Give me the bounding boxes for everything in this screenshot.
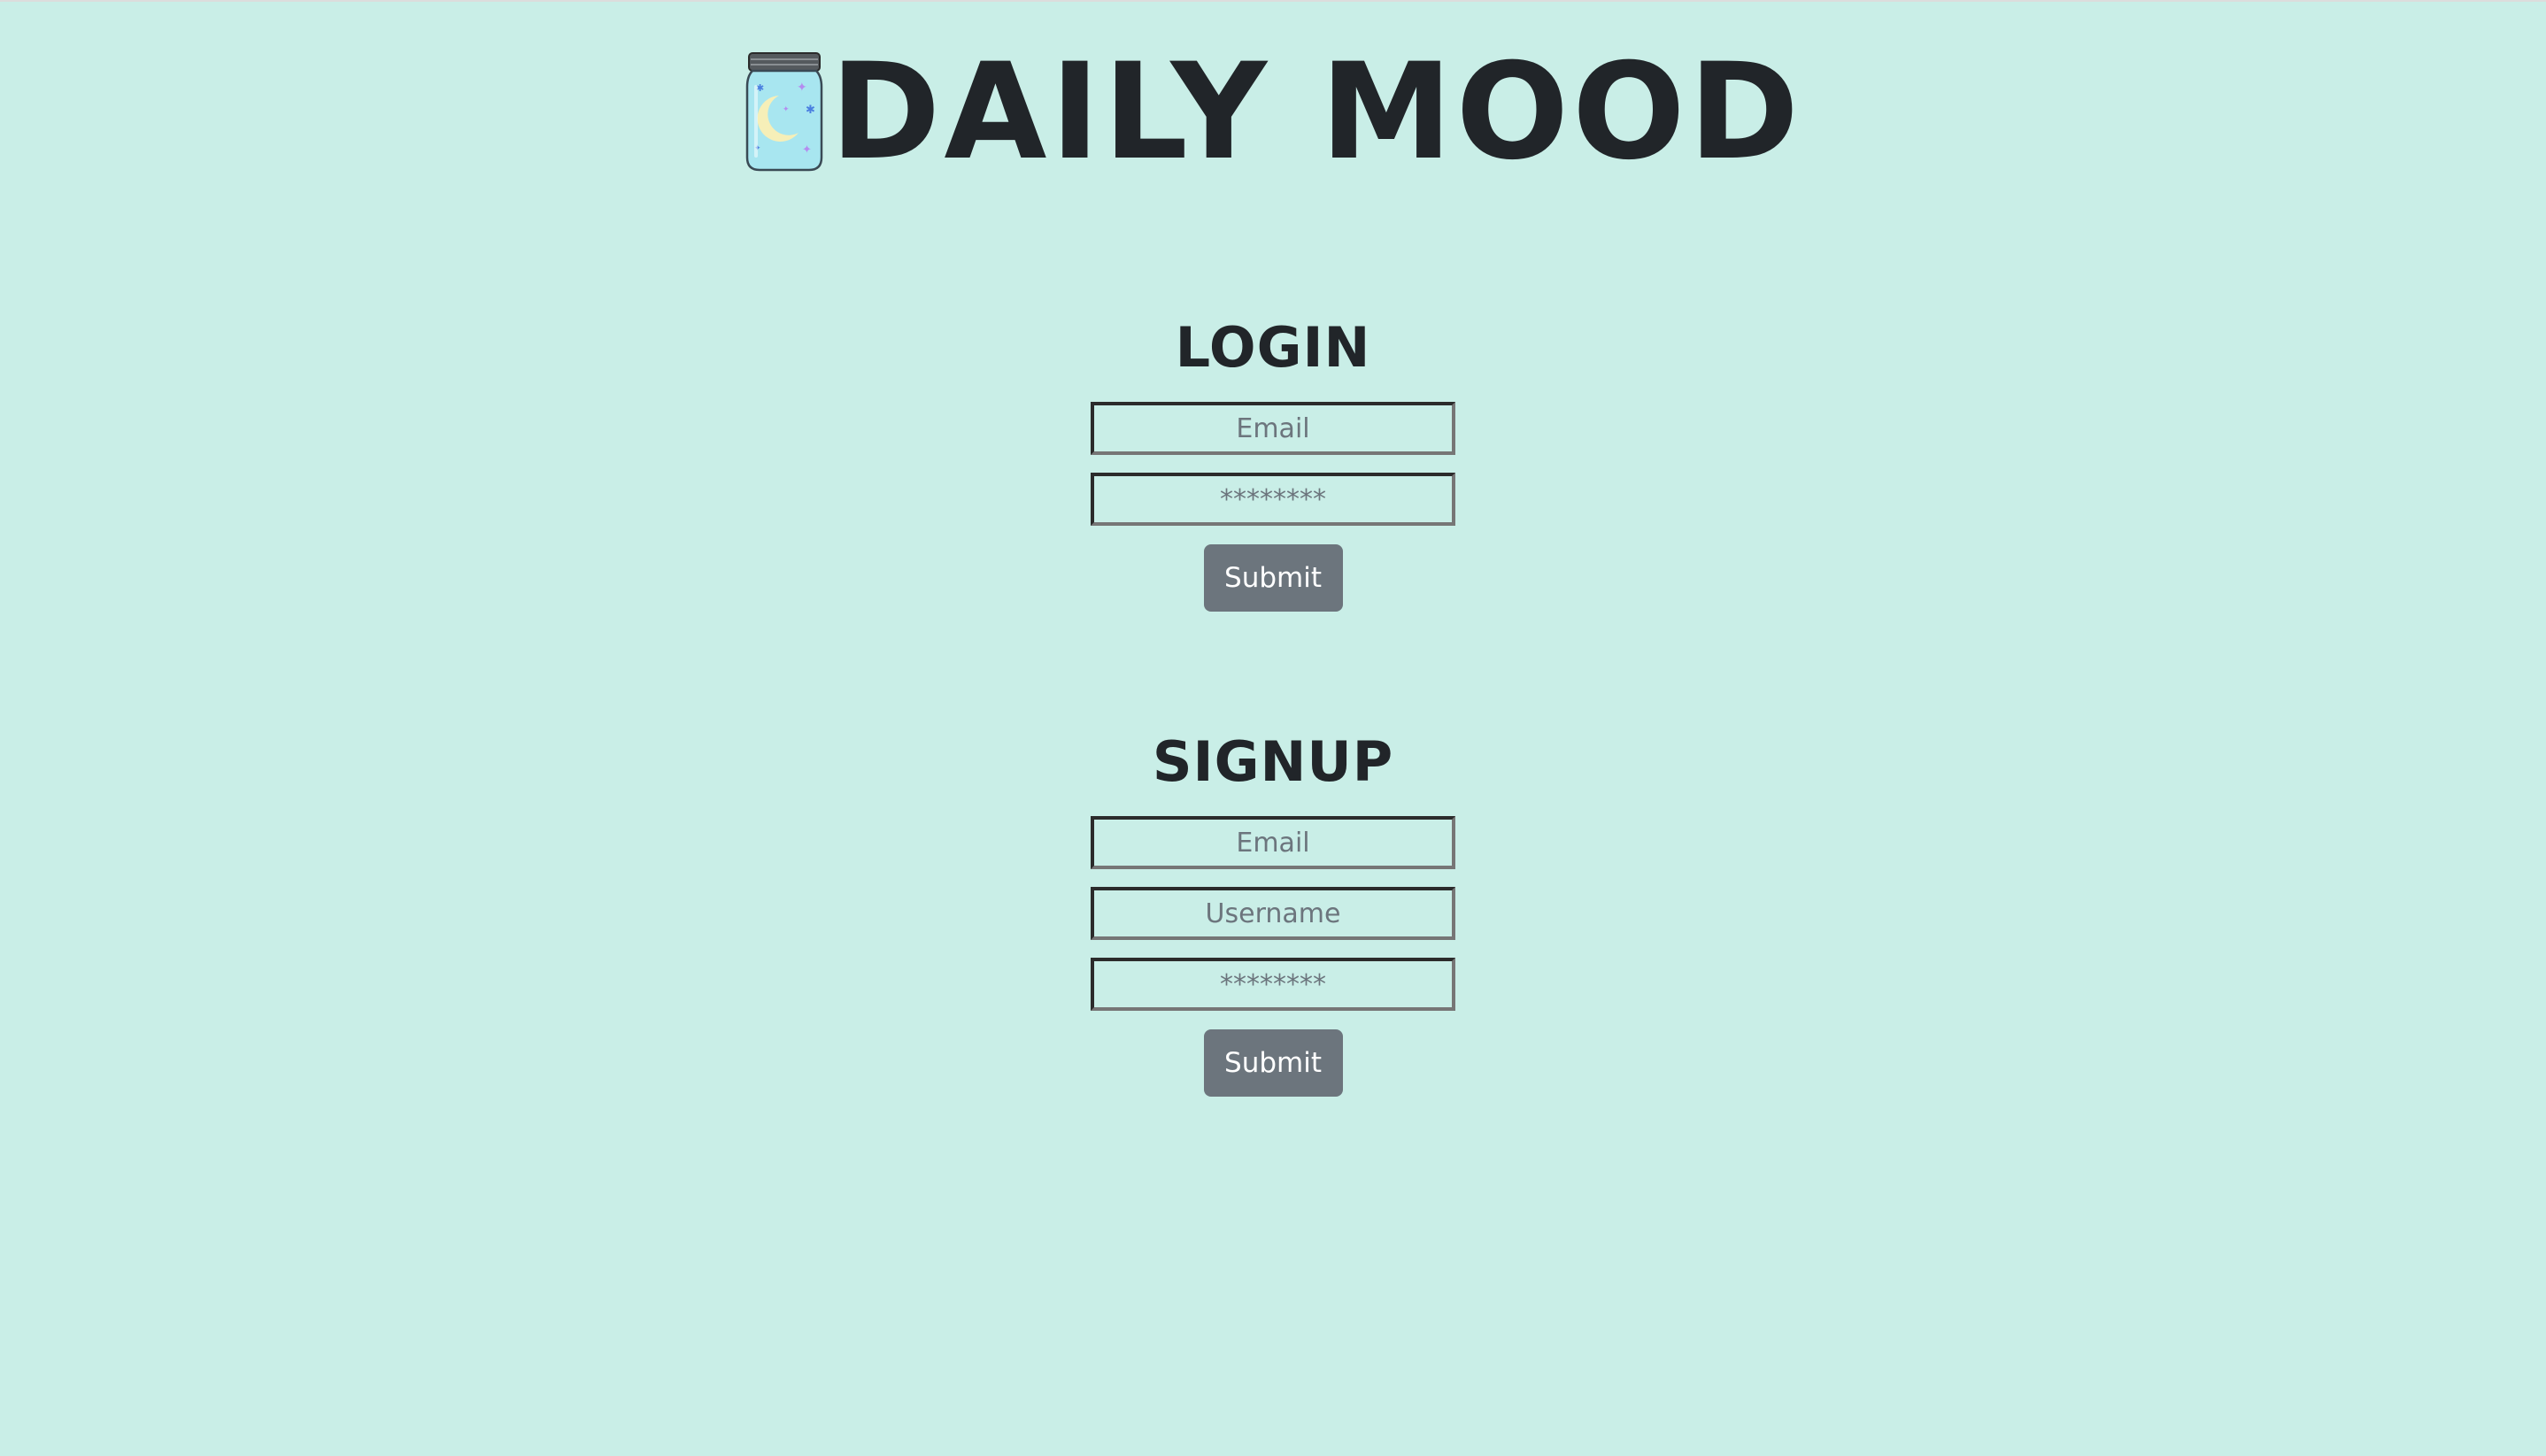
signup-title: SIGNUP [1152,729,1394,794]
svg-text:✦: ✦ [797,81,807,95]
login-section: LOGIN Submit [0,320,2546,612]
signup-email-input[interactable] [1091,816,1455,869]
app-title: DAILY MOOD [829,35,1803,189]
page-header: ✦ ✱ ✱ ✦ ✦ ✦ DAILY MOOD [0,46,2546,179]
brand: ✦ ✱ ✱ ✦ ✦ ✦ DAILY MOOD [744,46,1802,179]
svg-text:✦: ✦ [783,105,790,114]
login-submit-button[interactable]: Submit [1203,544,1343,612]
signup-username-input[interactable] [1091,887,1455,940]
login-title: LOGIN [1175,315,1371,380]
login-password-input[interactable] [1091,473,1455,526]
signup-section: SIGNUP Submit [0,735,2546,1097]
mason-jar-moon-icon: ✦ ✱ ✱ ✦ ✦ ✦ [745,52,823,172]
login-email-input[interactable] [1091,402,1455,455]
svg-text:✱: ✱ [806,104,815,117]
signup-password-input[interactable] [1091,958,1455,1011]
signup-submit-button[interactable]: Submit [1203,1029,1343,1097]
svg-text:✦: ✦ [802,143,812,157]
